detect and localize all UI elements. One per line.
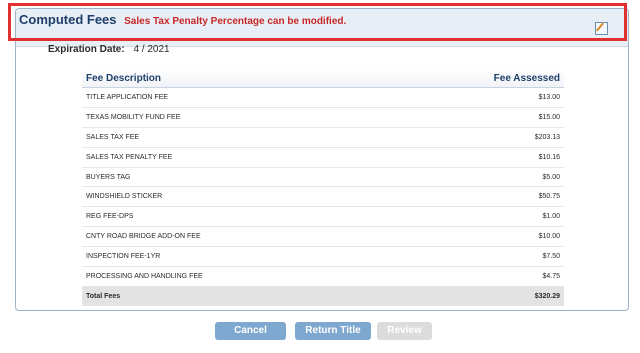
fee-description: PROCESSING AND HANDLING FEE bbox=[82, 266, 384, 287]
fee-amount: $10.00 bbox=[383, 226, 564, 248]
fee-description: REG FEE-DPS bbox=[82, 206, 384, 228]
table-row: CNTY ROAD BRIDGE ADD-ON FEE $10.00 bbox=[82, 226, 564, 248]
cancel-button[interactable]: Cancel bbox=[215, 322, 286, 340]
table-row: PROCESSING AND HANDLING FEE $4.75 bbox=[82, 266, 564, 287]
review-button[interactable]: Review bbox=[377, 322, 432, 340]
total-amount: $320.29 bbox=[383, 286, 564, 306]
fee-amount: $50.75 bbox=[383, 186, 564, 208]
table-row: TEXAS MOBILITY FUND FEE $15.00 bbox=[82, 107, 564, 128]
table-row: SALES TAX PENALTY FEE $10.16 bbox=[82, 147, 564, 168]
fee-description: SALES TAX PENALTY FEE bbox=[82, 147, 384, 168]
table-row: BUYERS TAG $5.00 bbox=[82, 167, 564, 188]
column-fee-assessed: Fee Assessed bbox=[383, 69, 564, 88]
fee-description: CNTY ROAD BRIDGE ADD-ON FEE bbox=[82, 226, 384, 248]
fee-description: BUYERS TAG bbox=[82, 167, 384, 188]
expiration-date: Expiration Date: 4 / 2021 bbox=[48, 44, 170, 55]
fee-description: TEXAS MOBILITY FUND FEE bbox=[82, 107, 384, 128]
return-title-button[interactable]: Return Title bbox=[295, 322, 371, 340]
penalty-notice: Sales Tax Penalty Percentage can be modi… bbox=[124, 16, 347, 27]
fee-amount: $7.50 bbox=[383, 246, 564, 268]
fees-table: Fee Description Fee Assessed TITLE APPLI… bbox=[82, 69, 564, 306]
table-row: WINDSHIELD STICKER $50.75 bbox=[82, 186, 564, 208]
fee-description: SALES TAX FEE bbox=[82, 127, 384, 148]
expiration-value: 4 / 2021 bbox=[133, 44, 170, 55]
fee-amount: $15.00 bbox=[383, 107, 564, 128]
column-fee-description: Fee Description bbox=[82, 69, 384, 88]
fee-amount: $10.16 bbox=[383, 147, 564, 168]
table-row: TITLE APPLICATION FEE $13.00 bbox=[82, 87, 564, 108]
fee-amount: $13.00 bbox=[383, 87, 564, 108]
fee-description: TITLE APPLICATION FEE bbox=[82, 87, 384, 108]
total-label: Total Fees bbox=[82, 286, 384, 306]
panel-title: Computed Fees Sales Tax Penalty Percenta… bbox=[19, 12, 346, 27]
panel-title-text: Computed Fees bbox=[19, 12, 117, 27]
total-row: Total Fees $320.29 bbox=[82, 286, 564, 306]
fee-amount: $203.13 bbox=[383, 127, 564, 148]
table-row: REG FEE-DPS $1.00 bbox=[82, 206, 564, 228]
fee-amount: $4.75 bbox=[383, 266, 564, 287]
fees-table-header: Fee Description Fee Assessed bbox=[82, 69, 564, 88]
fee-description: WINDSHIELD STICKER bbox=[82, 186, 384, 208]
fee-description: INSPECTION FEE-1YR bbox=[82, 246, 384, 268]
fee-amount: $1.00 bbox=[383, 206, 564, 228]
expiration-label: Expiration Date: bbox=[48, 44, 125, 55]
fee-amount: $5.00 bbox=[383, 167, 564, 188]
table-row: SALES TAX FEE $203.13 bbox=[82, 127, 564, 148]
edit-icon[interactable] bbox=[595, 22, 608, 35]
table-row: INSPECTION FEE-1YR $7.50 bbox=[82, 246, 564, 268]
